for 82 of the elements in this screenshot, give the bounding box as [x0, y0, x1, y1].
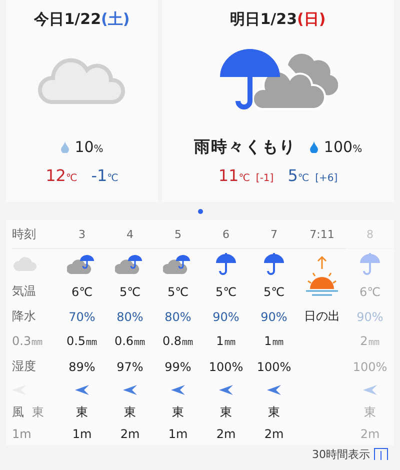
- temp-diff: [-1]: [256, 173, 274, 184]
- humidity: 99%: [164, 360, 192, 374]
- temperature: 5℃: [167, 284, 189, 298]
- wind-speed: 2m: [360, 427, 380, 441]
- rain-chance: 70%: [68, 310, 96, 324]
- hour-label: 8: [366, 228, 374, 240]
- umbrella-icon: [214, 252, 238, 276]
- temp-diff: [+6]: [315, 173, 338, 184]
- hour-label: 6: [222, 228, 230, 240]
- wind-arrow-icon: [363, 385, 377, 395]
- rain-amount: 1㎜: [216, 333, 236, 350]
- wind-speed: 1m: [12, 427, 32, 441]
- rain-amount: 0.5㎜: [66, 333, 98, 350]
- wind-direction: 東: [268, 404, 280, 420]
- wind-speed: 2m: [120, 427, 140, 441]
- sunrise-icon: [304, 254, 340, 298]
- humidity: 89%: [68, 360, 96, 374]
- cloud-umbrella-icon: [67, 253, 97, 275]
- hour-label: 7:11: [310, 228, 334, 240]
- hours-toggle-label: 30時間表示: [312, 446, 370, 462]
- rain-chance: 80%: [164, 310, 192, 324]
- temperature: 6℃: [71, 284, 93, 298]
- wind-arrow-icon: [123, 385, 137, 395]
- wind-arrow-icon: [171, 385, 185, 395]
- humidity: 97%: [116, 360, 144, 374]
- temperature: 5℃: [119, 284, 141, 298]
- cloud-icon: [12, 256, 38, 272]
- hour-label: 5: [174, 228, 182, 240]
- rain-chance: 90%: [356, 310, 384, 324]
- row-label: 湿度: [12, 358, 36, 375]
- low-temp: 5℃: [288, 166, 310, 185]
- sunrise-label: 日の出: [304, 308, 340, 325]
- humidity: 100%: [256, 360, 292, 374]
- row-label: 気温: [12, 283, 36, 300]
- temperature: 5℃: [263, 284, 285, 298]
- temperature: 6℃: [359, 284, 381, 298]
- low-temp: -1℃: [91, 166, 118, 185]
- hour-label: 7: [270, 228, 278, 240]
- rain-chance: 10%: [74, 138, 104, 156]
- wind-direction: 東: [76, 404, 88, 420]
- wind-direction: 東: [364, 404, 376, 420]
- rain-amount: 1㎜: [264, 333, 284, 350]
- rain-amount: 0.8㎜: [162, 333, 194, 350]
- wind-direction: 東: [172, 404, 184, 420]
- day-title: 今日1/22(土): [34, 10, 130, 30]
- wind-arrow-icon: [219, 385, 233, 395]
- rain-amount: 2㎜: [360, 333, 380, 350]
- high-temp: 12℃: [46, 166, 78, 185]
- wind-speed: 2m: [264, 427, 284, 441]
- high-temp: 11℃: [218, 166, 250, 185]
- temperature: 5℃: [215, 284, 237, 298]
- rain-amount: 0.6㎜: [114, 333, 146, 350]
- wind-arrow-icon: [75, 385, 89, 395]
- wind-direction: 東: [32, 404, 44, 420]
- rain-chance: 90%: [260, 310, 288, 324]
- wind-arrow-icon: [267, 385, 281, 395]
- umbrella-icon: [358, 252, 382, 276]
- expand-icon[interactable]: [374, 448, 388, 460]
- rain-chance: 80%: [116, 310, 144, 324]
- row-label: 降水: [12, 308, 36, 325]
- page-indicator: [198, 208, 202, 214]
- weather-text: 雨時々くもり: [194, 136, 296, 158]
- raindrop-icon: [60, 141, 69, 153]
- wind-speed: 1m: [72, 427, 92, 441]
- row-label: 風: [12, 404, 24, 420]
- cloud-umbrella-icon: [163, 253, 193, 275]
- rain-chance: 100%: [324, 138, 362, 156]
- wind-direction: 東: [220, 404, 232, 420]
- rain-chance: 90%: [212, 310, 240, 324]
- humidity: 100%: [208, 360, 244, 374]
- rain-amount: 0.3㎜: [12, 333, 44, 350]
- hour-label: 3: [78, 228, 86, 240]
- raindrop-icon: [310, 141, 318, 153]
- umbrella-icon: [262, 252, 286, 276]
- wind-speed: 1m: [168, 427, 188, 441]
- cloud-umbrella-icon: [115, 253, 145, 275]
- humidity: 100%: [352, 360, 388, 374]
- wind-speed: 2m: [216, 427, 236, 441]
- day-title: 明日1/23(日): [230, 10, 326, 30]
- wind-direction: 東: [124, 404, 136, 420]
- row-label: 時刻: [12, 226, 36, 242]
- hour-label: 4: [126, 228, 134, 240]
